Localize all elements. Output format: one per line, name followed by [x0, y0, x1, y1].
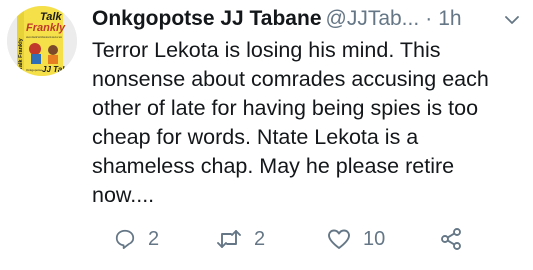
share-icon	[441, 228, 461, 250]
avatar-side-text: Talk Frankly	[18, 37, 24, 70]
reply-button[interactable]: 2	[114, 222, 159, 256]
reply-count: 2	[148, 227, 160, 250]
avatar[interactable]: Talk Frankly Talk Frankly Letters to inf…	[7, 6, 77, 76]
like-count: 10	[363, 227, 386, 250]
like-button[interactable]: 10	[327, 222, 385, 256]
book-cover-image: Talk Frankly Talk Frankly Letters to inf…	[7, 6, 77, 76]
tweet: Talk Frankly Talk Frankly Letters to inf…	[0, 0, 533, 270]
action-bar: 2 2 10	[92, 222, 522, 256]
tweet-text: Terror Lekota is losing his mind. This n…	[92, 38, 489, 207]
avatar-title-line2: Frankly	[26, 22, 66, 34]
like-icon	[328, 229, 350, 249]
reply-icon	[115, 229, 135, 250]
retweet-button[interactable]: 2	[216, 222, 265, 256]
avatar-author-prefix: Onkgopotse	[26, 68, 43, 72]
author-name[interactable]: Onkgopotse JJ Tabane	[92, 7, 322, 30]
share-button[interactable]	[439, 222, 463, 256]
separator-dot: ·	[425, 7, 433, 30]
author-handle[interactable]: @JJTab...	[326, 7, 420, 30]
retweet-count: 2	[254, 227, 266, 250]
avatar-tagline: Letters to influential South Africans ab…	[26, 35, 62, 39]
avatar-author-credit: JJ Tabane	[42, 65, 77, 74]
tweet-header: Onkgopotse JJ Tabane @JJTab... · 1h	[92, 4, 462, 34]
retweet-icon	[217, 230, 241, 248]
chevron-down-icon[interactable]	[503, 11, 521, 29]
timestamp[interactable]: 1h	[438, 7, 461, 30]
